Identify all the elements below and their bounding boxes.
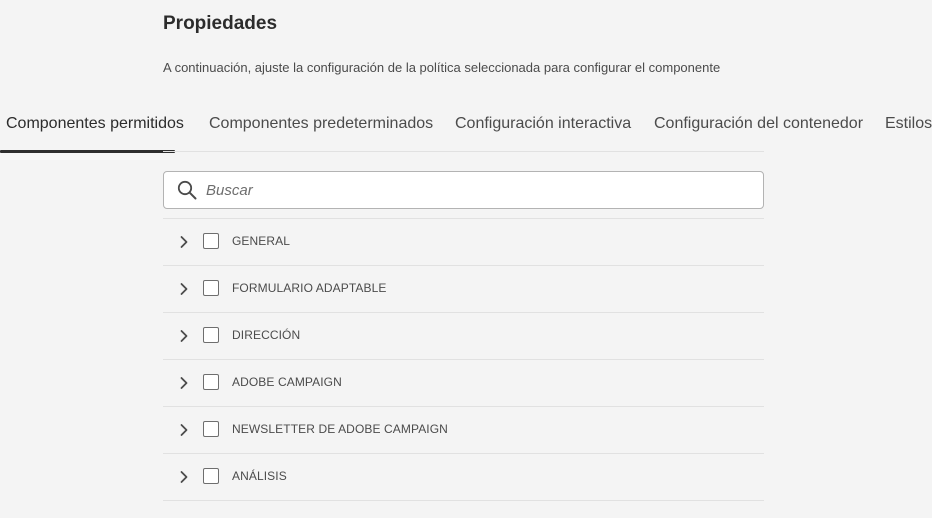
tab-componentes-predeterminados[interactable]: Componentes predeterminados xyxy=(209,104,433,152)
tab-configuracion-interactiva[interactable]: Configuración interactiva xyxy=(455,104,631,152)
search-box[interactable] xyxy=(163,171,764,209)
group-checkbox[interactable] xyxy=(203,233,219,249)
tab-label: Componentes permitidos xyxy=(6,115,184,132)
group-checkbox[interactable] xyxy=(203,280,219,296)
group-label: GENERAL xyxy=(232,234,291,248)
tab-estilos[interactable]: Estilos xyxy=(885,104,932,152)
group-label: NEWSLETTER DE ADOBE CAMPAIGN xyxy=(232,422,448,436)
group-checkbox[interactable] xyxy=(203,421,219,437)
properties-page: Propiedades A continuación, ajuste la co… xyxy=(0,0,932,518)
tab-componentes-permitidos[interactable]: Componentes permitidos xyxy=(6,104,184,152)
chevron-right-icon[interactable] xyxy=(177,235,191,249)
list-item: ADOBE CAMPAIGN xyxy=(163,360,764,407)
chevron-right-icon[interactable] xyxy=(177,282,191,296)
group-checkbox[interactable] xyxy=(203,468,219,484)
search-icon xyxy=(177,180,197,200)
chevron-right-icon[interactable] xyxy=(177,329,191,343)
list-item: ANÁLISIS xyxy=(163,454,764,501)
group-label: DIRECCIÓN xyxy=(232,328,301,342)
tabs-divider xyxy=(163,151,764,152)
tab-label: Estilos xyxy=(885,115,932,132)
tab-configuracion-contenedor[interactable]: Configuración del contenedor xyxy=(654,104,863,152)
chevron-right-icon[interactable] xyxy=(177,423,191,437)
group-label: FORMULARIO ADAPTABLE xyxy=(232,281,387,295)
group-label: ANÁLISIS xyxy=(232,469,287,483)
list-item: DIRECCIÓN xyxy=(163,313,764,360)
chevron-right-icon[interactable] xyxy=(177,470,191,484)
component-group-list: GENERAL FORMULARIO ADAPTABLE DIRECCIÓN A… xyxy=(163,218,764,501)
page-title: Propiedades xyxy=(163,13,278,34)
active-tab-indicator xyxy=(0,150,175,153)
tab-label: Componentes predeterminados xyxy=(209,115,434,132)
list-item: NEWSLETTER DE ADOBE CAMPAIGN xyxy=(163,407,764,454)
tab-label: Configuración del contenedor xyxy=(654,115,864,132)
group-checkbox[interactable] xyxy=(203,374,219,390)
search-input[interactable] xyxy=(206,172,746,208)
list-item: FORMULARIO ADAPTABLE xyxy=(163,266,764,313)
page-description: A continuación, ajuste la configuración … xyxy=(163,60,721,75)
tab-bar: Componentes permitidos Componentes prede… xyxy=(0,104,932,153)
group-checkbox[interactable] xyxy=(203,327,219,343)
chevron-right-icon[interactable] xyxy=(177,376,191,390)
group-label: ADOBE CAMPAIGN xyxy=(232,375,342,389)
tab-label: Configuración interactiva xyxy=(455,115,632,132)
list-item: GENERAL xyxy=(163,219,764,266)
